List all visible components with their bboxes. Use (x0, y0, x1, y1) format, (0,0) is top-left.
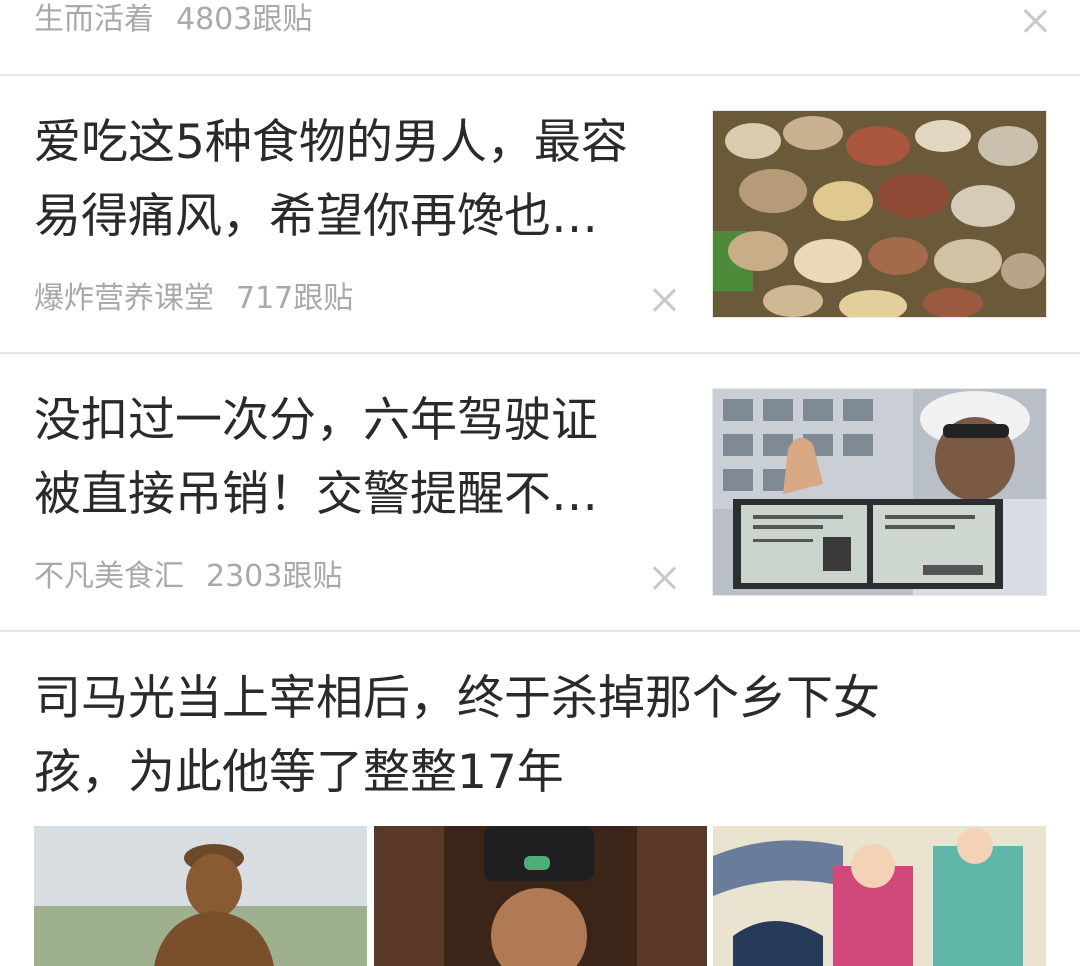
news-item-2-source: 不凡美食汇 (34, 559, 184, 594)
top-item-source: 生而活着 (34, 2, 154, 37)
news-item-3[interactable]: 司马光当上宰相后，终于杀掉那个乡下女 孩，为此他等了整整17年 (0, 632, 1080, 966)
news-item-1[interactable]: 爱吃这5种食物的男人，最容 易得痛风，希望你再馋也… 爆炸营养课堂 717跟贴 (0, 76, 1080, 352)
news-item-1-close-icon[interactable] (651, 287, 677, 313)
news-item-3-image-3[interactable] (713, 826, 1046, 966)
news-feed: 生而活着 4803跟贴 爱吃这5种食物的男人，最容 易得痛风，希望你再馋也… 爆炸… (0, 0, 1080, 966)
news-item-1-reply-count: 717跟贴 (236, 281, 354, 316)
top-item-reply-count: 4803跟贴 (176, 2, 313, 37)
news-item-2[interactable]: 没扣过一次分，六年驾驶证 被直接吊销！交警提醒不… 不凡美食汇 2303跟贴 (0, 354, 1080, 630)
statue-image (34, 826, 367, 966)
news-item-1-title[interactable]: 爱吃这5种食物的男人，最容 易得痛风，希望你再馋也… (34, 106, 628, 254)
news-item-1-meta: 爆炸营养课堂 717跟贴 (34, 279, 353, 319)
police-license-image (713, 389, 1046, 595)
news-item-1-source: 爆炸营养课堂 (34, 281, 214, 316)
top-item-close-icon[interactable] (1022, 8, 1048, 34)
news-item-3-image-2[interactable] (374, 826, 707, 966)
news-item-3-title[interactable]: 司马光当上宰相后，终于杀掉那个乡下女 孩，为此他等了整整17年 (34, 662, 880, 810)
clams-image (713, 111, 1046, 317)
news-item-1-thumbnail[interactable] (712, 110, 1047, 318)
cartoon-image (713, 826, 1046, 966)
news-item-2-meta: 不凡美食汇 2303跟贴 (34, 557, 342, 597)
news-item-2-reply-count: 2303跟贴 (206, 559, 343, 594)
news-item-2-thumbnail[interactable] (712, 388, 1047, 596)
news-item-3-image-1[interactable] (34, 826, 367, 966)
actor-image (374, 826, 707, 966)
news-item-2-close-icon[interactable] (651, 565, 677, 591)
top-item-meta: 生而活着 4803跟贴 (34, 0, 312, 40)
news-item-2-title[interactable]: 没扣过一次分，六年驾驶证 被直接吊销！交警提醒不… (34, 384, 598, 532)
